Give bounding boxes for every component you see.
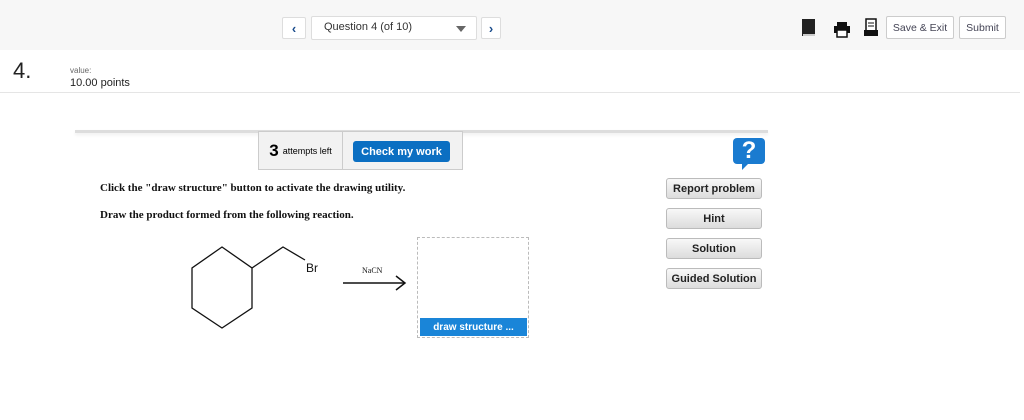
help-icon-tail xyxy=(742,164,748,170)
calculator-icon[interactable] xyxy=(864,18,878,36)
reaction-scheme: Br NaCN xyxy=(191,246,407,329)
toolbar-icons xyxy=(802,18,878,38)
save-exit-button[interactable]: Save & Exit xyxy=(886,16,954,39)
chevron-down-icon xyxy=(456,26,466,32)
solution-button[interactable]: Solution xyxy=(666,238,762,259)
reaction-arrow xyxy=(343,275,407,291)
next-question-button[interactable]: › xyxy=(481,17,501,39)
ebook-icon[interactable] xyxy=(802,19,815,36)
help-icon[interactable]: ? xyxy=(733,138,765,164)
reagent-label: NaCN xyxy=(362,266,383,275)
report-problem-button[interactable]: Report problem xyxy=(666,178,762,199)
guided-solution-button[interactable]: Guided Solution xyxy=(666,268,762,289)
hint-button[interactable]: Hint xyxy=(666,208,762,229)
cyclohexane-ring xyxy=(191,246,253,329)
ch2-bond xyxy=(251,246,306,269)
submit-button[interactable]: Submit xyxy=(959,16,1006,39)
draw-structure-button[interactable]: draw structure ... xyxy=(420,318,527,336)
print-icon[interactable] xyxy=(834,22,850,38)
bromine-label: Br xyxy=(306,261,318,275)
